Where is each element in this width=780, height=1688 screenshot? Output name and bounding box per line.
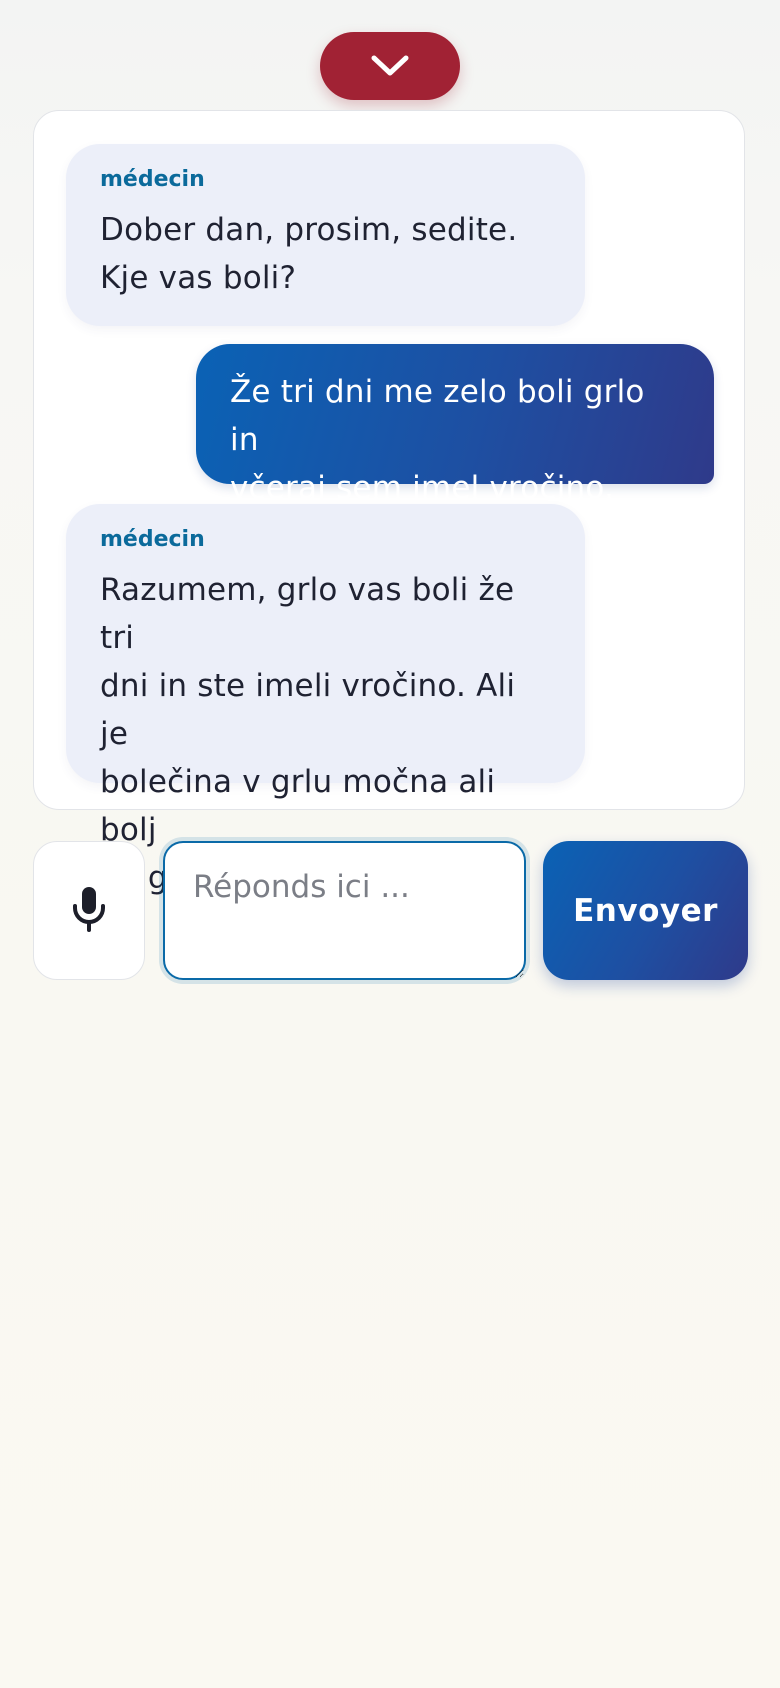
- message-line: Razumem, grlo vas boli že tri: [100, 572, 515, 656]
- message-line: Dober dan, prosim, sedite.: [100, 212, 518, 248]
- collapse-chat-button[interactable]: [320, 32, 460, 100]
- chevron-down-icon: [370, 53, 410, 79]
- microphone-button[interactable]: [33, 841, 145, 980]
- message-line: dni in ste imeli vročino. Ali je: [100, 668, 516, 752]
- sender-label: médecin: [100, 527, 205, 552]
- message-line: Kje vas boli?: [100, 260, 297, 296]
- send-button[interactable]: Envoyer: [543, 841, 748, 980]
- sender-label: médecin: [100, 167, 205, 192]
- message-bubble-patient: Že tri dni me zelo boli grlo in včeraj s…: [196, 344, 714, 506]
- message-bubble-doctor: médecin Razumem, grlo vas boli že tri dn…: [66, 504, 585, 896]
- message-line: bolečina v grlu močna ali bolj: [100, 764, 496, 848]
- microphone-icon: [71, 886, 107, 936]
- answer-input[interactable]: [163, 841, 526, 980]
- message-line: Že tri dni me zelo boli grlo in: [230, 374, 645, 458]
- message-bubble-doctor: médecin Dober dan, prosim, sedite. Kje v…: [66, 144, 585, 326]
- chat-panel: médecin Dober dan, prosim, sedite. Kje v…: [33, 110, 745, 896]
